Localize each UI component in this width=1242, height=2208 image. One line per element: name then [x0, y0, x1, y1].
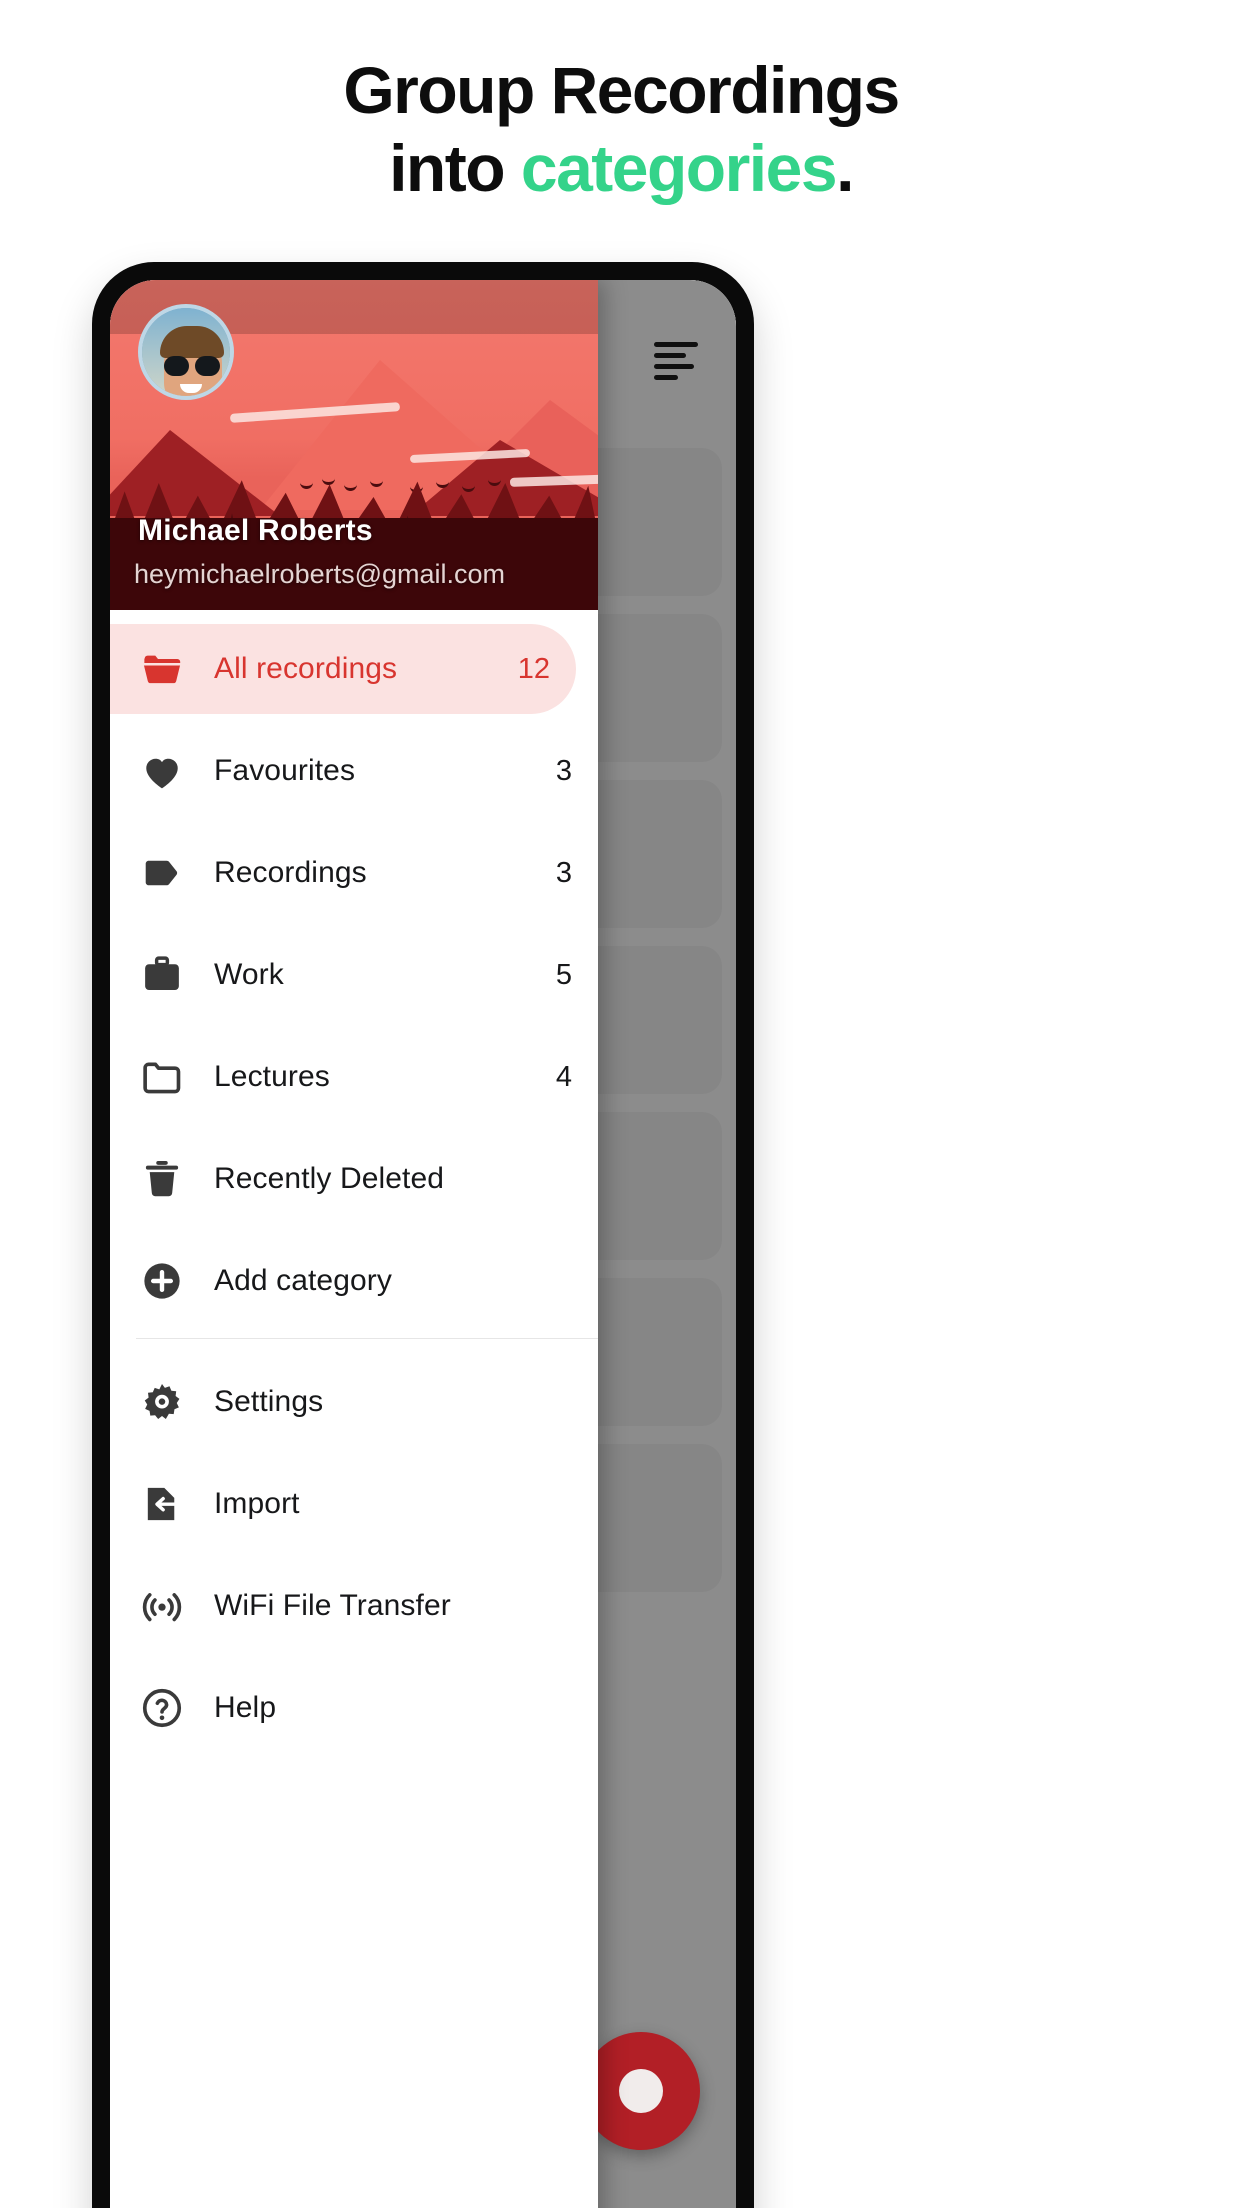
plus-circle-icon [110, 1258, 214, 1304]
headline-line-2: into categories. [0, 130, 1242, 208]
drawer-action-list: Settings Import WiFi File Transfer Help [110, 1357, 598, 1753]
avatar-sunglasses [164, 356, 220, 376]
wifi-broadcast-icon [110, 1583, 214, 1629]
promo-screenshot: Group Recordings into categories. 03:160… [0, 0, 1242, 2208]
drawer-header: Michael Roberts heymichaelroberts@gmail.… [110, 280, 598, 610]
drawer-action-wifi-file-transfer[interactable]: WiFi File Transfer [110, 1561, 598, 1651]
record-fab-inner [619, 2069, 663, 2113]
record-fab[interactable] [582, 2032, 700, 2150]
drawer-item-label: Favourites [214, 754, 356, 787]
drawer-item-work[interactable]: Work 5 [110, 930, 598, 1020]
help-circle-icon [110, 1685, 214, 1731]
drawer-item-label: All recordings [214, 652, 398, 685]
drawer-category-list: All recordings 12 Favourites 3 Recordings 3 Wo… [110, 610, 598, 1326]
drawer-action-label: Import [214, 1487, 300, 1520]
drawer-item-label: Recently Deleted [214, 1162, 445, 1195]
file-import-icon [110, 1481, 214, 1527]
phone-mockup: 03:1602:1900:2300:2900:1002:1701:13 [92, 262, 754, 2208]
profile-name: Michael Roberts [138, 514, 373, 547]
drawer-action-import[interactable]: Import [110, 1459, 598, 1549]
headline-prefix: into [389, 130, 521, 205]
gear-icon [110, 1379, 214, 1425]
drawer-item-label: Work [214, 958, 284, 991]
headline-line-1: Group Recordings [343, 53, 900, 127]
drawer-item-count: 3 [555, 754, 572, 787]
tag-icon [110, 850, 214, 896]
trash-icon [110, 1156, 214, 1202]
drawer-item-count: 3 [555, 856, 572, 889]
drawer-item-label: Add category [214, 1264, 392, 1297]
drawer-divider [136, 1338, 598, 1339]
folder-outline-icon [110, 1054, 214, 1100]
drawer-item-favourites[interactable]: Favourites 3 [110, 726, 598, 816]
drawer-item-all-recordings[interactable]: All recordings 12 [110, 624, 576, 714]
drawer-item-count: 5 [555, 958, 572, 991]
briefcase-icon [110, 952, 214, 998]
headline-suffix: . [836, 130, 854, 205]
drawer-item-count: 4 [555, 1060, 572, 1093]
drawer-action-label: Settings [214, 1385, 324, 1418]
page-title: Group Recordings into categories. [0, 52, 1242, 208]
drawer-action-settings[interactable]: Settings [110, 1357, 598, 1447]
phone-screen: 03:1602:1900:2300:2900:1002:1701:13 [110, 280, 736, 2208]
heart-filled-icon [110, 748, 214, 794]
drawer-item-lectures[interactable]: Lectures 4 [110, 1032, 598, 1122]
drawer-item-recently-deleted[interactable]: Recently Deleted [110, 1134, 598, 1224]
headline-accent: categories [520, 130, 838, 205]
folder-filled-icon [110, 646, 214, 692]
drawer-action-label: WiFi File Transfer [214, 1589, 451, 1622]
drawer-action-help[interactable]: Help [110, 1663, 598, 1753]
drawer-item-add-category[interactable]: Add category [110, 1236, 598, 1326]
drawer-action-label: Help [214, 1691, 277, 1724]
profile-email: heymichaelroberts@gmail.com [134, 559, 506, 589]
navigation-drawer: Michael Roberts heymichaelroberts@gmail.… [110, 280, 598, 2208]
drawer-item-recordings[interactable]: Recordings 3 [110, 828, 598, 918]
drawer-item-count: 12 [517, 652, 550, 685]
drawer-item-label: Lectures [214, 1060, 330, 1093]
drawer-item-label: Recordings [214, 856, 367, 889]
avatar[interactable] [138, 304, 234, 400]
